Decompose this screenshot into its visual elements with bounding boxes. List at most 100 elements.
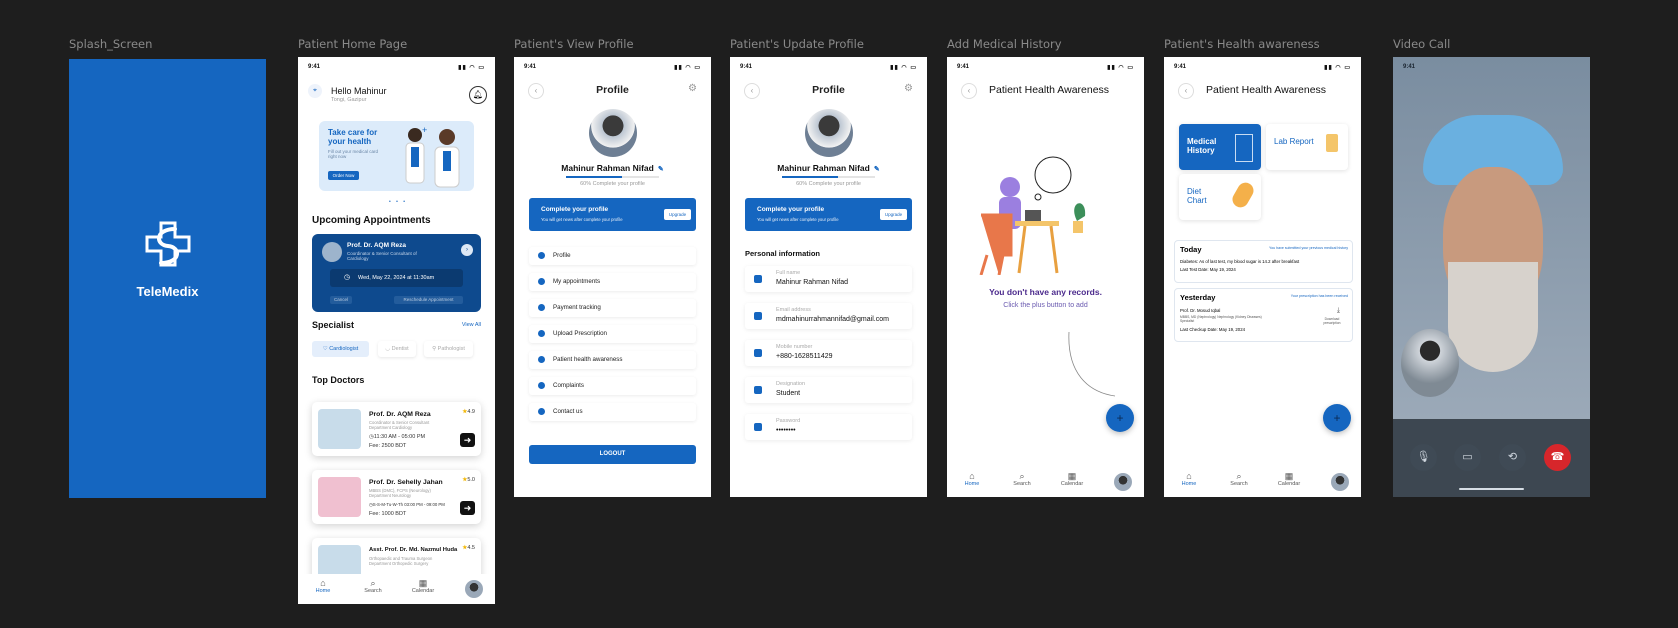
location-text: Tongi, Gazipur [331,97,367,103]
camera-icon[interactable]: ▭ [1454,444,1481,471]
phone-icon [754,349,762,357]
location-icon: ⌖ [308,84,322,98]
today-label: Today [1180,245,1202,254]
specialist-chip-pathologist[interactable]: ⚲ Pathologist [424,341,473,357]
doctor-rating: ★4.9 [462,409,475,415]
today-link[interactable]: You have submitted your previous medical… [1269,246,1348,250]
doctor-time: ◷11:30 AM - 05:00 PM [369,434,426,440]
doctor-time: ◷S-S-M-Tu-W-Th 03:00 PM - 09:00 PM [369,502,445,507]
user-icon [538,252,545,259]
upcoming-title: Upcoming Appointments [312,215,431,226]
edit-icon[interactable]: ✎ [658,166,664,173]
specialist-chip-dentist[interactable]: ◡ Dentist [378,341,416,357]
monitor-icon [1235,134,1253,162]
tile-lab-report[interactable]: Lab Report [1266,124,1348,170]
nav-search[interactable]: ⌕ Search [1224,471,1254,487]
menu-item-upload[interactable]: Upload Prescription [529,325,696,343]
yesterday-record-card[interactable]: Yesterday Your prescription has been rec… [1174,288,1353,342]
appointment-card[interactable]: Prof. Dr. AQM Reza Coordinator & Senior … [312,234,481,312]
upgrade-button[interactable]: Upgrade [664,209,691,220]
carousel-dots: • • • [389,199,408,205]
back-icon[interactable]: ‹ [961,83,977,99]
designation-field[interactable]: Designation Student [745,377,912,403]
app-name: TeleMedix [136,284,199,299]
nav-search[interactable]: ⌕ Search [358,578,388,594]
avatar [804,109,853,157]
edit-icon[interactable]: ✎ [874,166,880,173]
profile-avatar[interactable] [1331,473,1349,491]
arrow-right-icon[interactable]: ➜ [460,501,475,515]
notification-bell-icon[interactable]: 🔔︎ [469,86,487,104]
arrow-right-icon[interactable]: ➜ [460,433,475,447]
nav-calendar[interactable]: ▦ Calendar [1274,471,1304,487]
menu-item-complaints[interactable]: Complaints [529,377,696,395]
yesterday-date: Last Checkup Date: May 19, 2024 [1180,327,1245,332]
tile-label: Medical History [1187,137,1217,155]
cancel-appointment-button[interactable]: Cancel [330,296,352,304]
tile-medical-history[interactable]: Medical History [1179,124,1261,170]
add-record-button[interactable]: + [1323,404,1351,432]
avatar [588,109,637,157]
doctor-card[interactable]: Prof. Dr. AQM Reza Coordinator & Senior … [312,402,481,456]
gear-icon[interactable]: ⚙ [904,83,913,94]
self-view-pip[interactable] [1401,329,1459,397]
promo-banner[interactable]: Take care for your health Fill out your … [319,121,474,191]
doctor-name: Prof. Dr. AQM Reza [369,411,431,418]
appointment-more-icon[interactable]: › [461,244,473,256]
full-name-field[interactable]: Full name Mahinur Rahman Nifad [745,266,912,292]
health-awareness-screen: 9:41 ▮▮ ◠ ▭ ‹ Patient Health Awareness Med… [1164,57,1361,497]
nav-home[interactable]: ⌂ Home [308,578,338,594]
menu-item-payment[interactable]: Payment tracking [529,299,696,317]
doctor-fee: Fee: 2500 BDT [369,443,407,449]
home-icon: ⌂ [1186,471,1192,481]
nav-home[interactable]: ⌂ Home [957,471,987,487]
doctor-card[interactable]: Prof. Dr. Sehelly Jahan MBBS (DMC), FCPS… [312,470,481,524]
gear-icon[interactable]: ⚙ [688,83,697,94]
mobile-field[interactable]: Mobile number +880-1628511429 [745,340,912,366]
order-now-button[interactable]: Order Now [328,171,359,180]
password-field[interactable]: Password •••••••• [745,414,912,440]
profile-avatar[interactable] [465,580,483,598]
complete-profile-banner: Complete your profile You will get news … [529,198,696,231]
add-record-button[interactable]: + [1106,404,1134,432]
status-time: 9:41 [308,64,321,70]
doctors-illustration-icon: + [405,125,460,188]
status-icons: ▮▮ ◠ ▭ [1107,65,1134,71]
menu-item-appointments[interactable]: My appointments [529,273,696,291]
menu-item-profile[interactable]: Profile [529,247,696,265]
today-record-card[interactable]: Today You have submitted your previous m… [1174,240,1353,283]
nav-search[interactable]: ⌕ Search [1007,471,1037,487]
download-icon[interactable]: ⤓ [1337,307,1340,315]
yesterday-link[interactable]: Your prescription has been received [1291,294,1348,298]
profile-avatar[interactable] [1114,473,1132,491]
nav-calendar[interactable]: ▦ Calendar [408,578,438,594]
doctor-name: Prof. Dr. Sehelly Jahan [369,479,443,486]
status-icons: ▮▮ ◠ ▭ [890,65,917,71]
menu-item-contact[interactable]: Contact us [529,403,696,421]
specialist-title: Specialist [312,320,355,330]
upload-icon [538,330,545,337]
tile-label: Lab Report [1274,137,1314,146]
appointment-role: Coordinator & Senior Consultant of Cardi… [347,251,417,261]
frame-label-view-profile: Patient's View Profile [514,37,634,51]
lock-icon [754,423,762,431]
tile-diet-chart[interactable]: Diet Chart [1179,174,1261,220]
top-doctors-title: Top Doctors [312,375,365,385]
back-icon[interactable]: ‹ [1178,83,1194,99]
nav-calendar[interactable]: ▦ Calendar [1057,471,1087,487]
status-time: 9:41 [957,64,970,70]
end-call-icon[interactable]: ☎ [1544,444,1571,471]
menu-item-awareness[interactable]: Patient health awareness [529,351,696,369]
nav-home[interactable]: ⌂ Home [1174,471,1204,487]
upgrade-button[interactable]: Upgrade [880,209,907,220]
progress-fill [566,176,622,178]
logout-button[interactable]: LOGOUT [529,445,696,464]
microphone-icon[interactable]: 🎙︎ [1410,444,1437,471]
specialist-chip-cardiologist[interactable]: ♡ Cardiologist [312,341,369,357]
reschedule-button[interactable]: Reschedule Appointment [394,296,463,304]
status-icons: ▮▮ ◠ ▭ [674,65,701,71]
switch-camera-icon[interactable]: ⟲ [1499,444,1526,471]
view-all-link[interactable]: View All [462,322,481,328]
profile-progress-bar [782,176,875,178]
email-field[interactable]: Email address mdmahinurrahmannifad@gmail.… [745,303,912,329]
